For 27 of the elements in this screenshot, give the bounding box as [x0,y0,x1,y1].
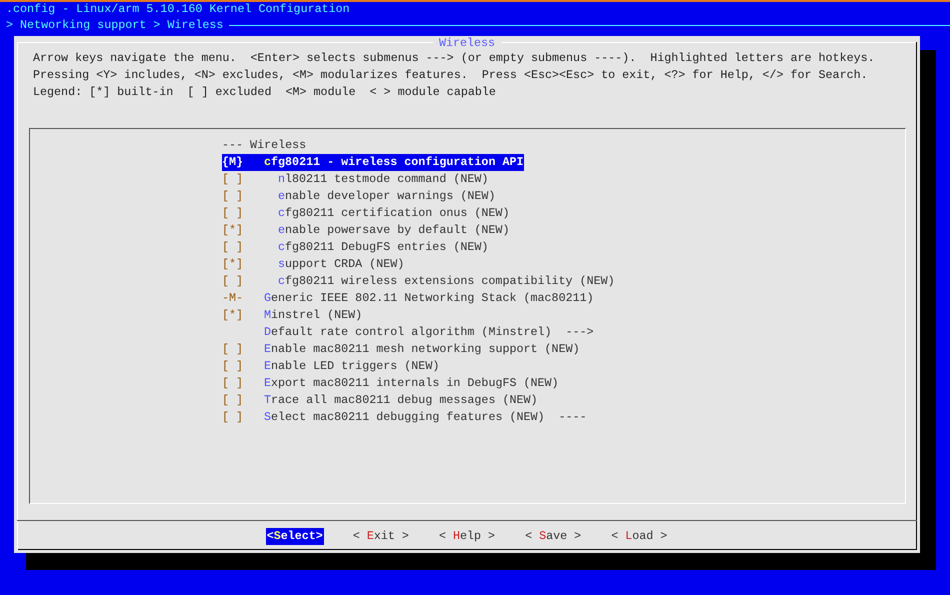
window-title: .config - Linux/arm 5.10.160 Kernel Configuration [6,2,350,17]
menu-item[interactable]: -M- Generic IEEE 802.11 Networking Stack (mac80211) [222,290,594,307]
dialog-button[interactable]: < Load > [610,528,668,545]
menu-item[interactable]: [ ] cfg80211 DebugFS entries (NEW) [222,239,488,256]
menu-item[interactable]: [*] support CRDA (NEW) [222,256,404,273]
menu-item[interactable]: [ ] Trace all mac80211 debug messages (NEW) [222,392,538,409]
menu-item[interactable]: [ ] cfg80211 certification onus (NEW) [222,205,510,222]
dialog-button[interactable]: < Exit > [352,528,410,545]
menu-header: --- Wireless [222,137,306,154]
menu-item[interactable]: [*] Minstrel (NEW) [222,307,362,324]
help-text: Legend: [*] built-in [ ] excluded <M> module < > module capable [33,84,496,101]
menu-item[interactable]: [ ] Export mac80211 internals in DebugFS (NEW) [222,375,559,392]
help-text: Arrow keys navigate the menu. <Enter> selects submenus ---> (or empty submenus ----). Highlighted letters are hotkeys. [33,50,875,67]
dialog-button[interactable]: <Select> [266,528,324,545]
menu-item[interactable]: [ ] Select mac80211 debugging features (NEW) ---- [222,409,587,426]
breadcrumb: > Networking support > Wireless [6,17,224,34]
help-text: Pressing <Y> includes, <N> excludes, <M> modularizes features. Press <Esc><Esc> to exit, <?> for Help, </> for Search. [33,67,868,84]
menu-item[interactable]: [ ] cfg80211 wireless extensions compatibility (NEW) [222,273,615,290]
menu-item[interactable]: [ ] Enable mac80211 mesh networking support (NEW) [222,341,580,358]
dialog-button[interactable]: < Help > [438,528,496,545]
menu-item[interactable]: Default rate control algorithm (Minstrel) ---> [222,324,594,341]
menu-item[interactable]: [ ] enable developer warnings (NEW) [222,188,496,205]
menu-item[interactable]: [ ] Enable LED triggers (NEW) [222,358,440,375]
menu-item[interactable]: [*] enable powersave by default (NEW) [222,222,510,239]
menu-item[interactable]: {M} cfg80211 - wireless configuration API [222,154,524,171]
dialog-button[interactable]: < Save > [524,528,582,545]
menu-item[interactable]: [ ] n l80211 testmode command (NEW) [222,171,488,188]
